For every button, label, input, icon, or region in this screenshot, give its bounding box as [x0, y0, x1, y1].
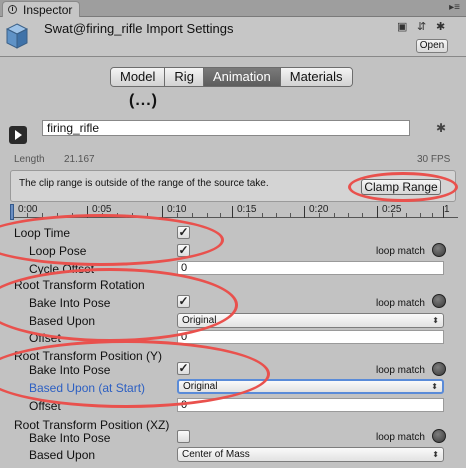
timeline-minor-tick [406, 213, 407, 218]
preset-icon[interactable]: ⇵ [417, 20, 426, 33]
position-y-loop-match-indicator-icon [432, 362, 446, 376]
book-icon[interactable]: ▣ [397, 20, 407, 33]
position-xz-based-upon-value: Center of Mass [182, 449, 250, 460]
gear-icon[interactable]: ✱ [436, 20, 445, 33]
length-label: Length [14, 154, 45, 165]
timeline-minor-tick [262, 213, 263, 218]
play-icon[interactable] [9, 126, 27, 144]
timeline-minor-tick [319, 213, 320, 218]
timeline-minor-tick [334, 213, 335, 218]
annotation-oval-clamp-range [348, 172, 458, 202]
timeline-minor-tick [432, 213, 433, 218]
timeline-minor-tick [392, 213, 393, 218]
import-settings-header: Swat@firing_rifle Import Settings ▣ ⇵ ✱ … [0, 17, 466, 57]
root-position-xz-title: Root Transform Position (XZ) [14, 418, 170, 432]
open-button[interactable]: Open [416, 39, 448, 53]
dropdown-arrow-icon: ⬍ [431, 382, 438, 391]
annotation-oval-loop-time [0, 214, 224, 266]
loop-match-label: loop match [376, 246, 425, 257]
cycle-offset-field[interactable]: 0 [177, 261, 444, 275]
timeline-minor-tick [276, 213, 277, 218]
timeline-minor-tick [27, 213, 28, 218]
import-tabs: Model Rig Animation Materials [110, 67, 353, 87]
omitted-content-marker: (...) [129, 92, 158, 109]
timeline-minor-tick [420, 213, 421, 218]
timeline-minor-tick [207, 213, 208, 218]
timeline-tick [162, 206, 163, 218]
warning-text: The clip range is outside of the range o… [19, 178, 269, 189]
loop-match-indicator-icon [432, 243, 446, 257]
timeline-tick-label: 0:15 [237, 204, 257, 215]
timeline-start-handle[interactable] [10, 204, 14, 220]
position-xz-bake-label: Bake Into Pose [29, 431, 111, 445]
position-xz-based-upon-select[interactable]: Center of Mass ⬍ [177, 447, 444, 462]
timeline-tick [304, 206, 305, 218]
timeline-tick [377, 206, 378, 218]
rotation-offset-field[interactable]: 0 [177, 330, 444, 344]
position-xz-bake-checkbox[interactable] [177, 430, 190, 443]
clip-gear-icon[interactable]: ✱ [436, 121, 446, 135]
inspector-tab-bar: i Inspector ▸≡ [0, 0, 466, 17]
timeline-minor-tick [362, 213, 363, 218]
rotation-loop-match-label: loop match [376, 298, 425, 309]
timeline-minor-tick [192, 213, 193, 218]
dropdown-arrow-icon: ⬍ [432, 316, 439, 325]
length-value: 21.167 [64, 154, 95, 165]
timeline-tick-label: 1 [444, 204, 450, 215]
inspector-tab-label: Inspector [23, 3, 73, 17]
page-title: Swat@firing_rifle Import Settings [44, 21, 234, 36]
timeline-minor-tick [220, 213, 221, 218]
tab-model[interactable]: Model [111, 68, 166, 86]
timeline-minor-tick [290, 213, 291, 218]
position-xz-loop-match-indicator-icon [432, 429, 446, 443]
timeline-minor-tick [177, 213, 178, 218]
fps-label: 30 FPS [417, 154, 451, 165]
window-menu-icon[interactable]: ▸≡ [449, 2, 460, 13]
tab-rig[interactable]: Rig [165, 68, 204, 86]
timeline-minor-tick [248, 213, 249, 218]
dropdown-arrow-icon: ⬍ [432, 450, 439, 459]
model-asset-icon [6, 23, 28, 49]
timeline-tick [232, 206, 233, 218]
position-y-loop-match-label: loop match [376, 365, 425, 376]
position-xz-based-upon-label: Based Upon [29, 448, 96, 462]
clip-name-field[interactable]: firing_rifle [42, 120, 410, 136]
inspector-tab[interactable]: i Inspector [2, 1, 80, 17]
timeline-minor-tick [348, 213, 349, 218]
tab-materials[interactable]: Materials [280, 68, 352, 86]
info-icon: i [8, 5, 17, 14]
tab-animation[interactable]: Animation [203, 68, 281, 86]
rotation-loop-match-indicator-icon [432, 294, 446, 308]
position-xz-loop-match-label: loop match [376, 432, 425, 443]
